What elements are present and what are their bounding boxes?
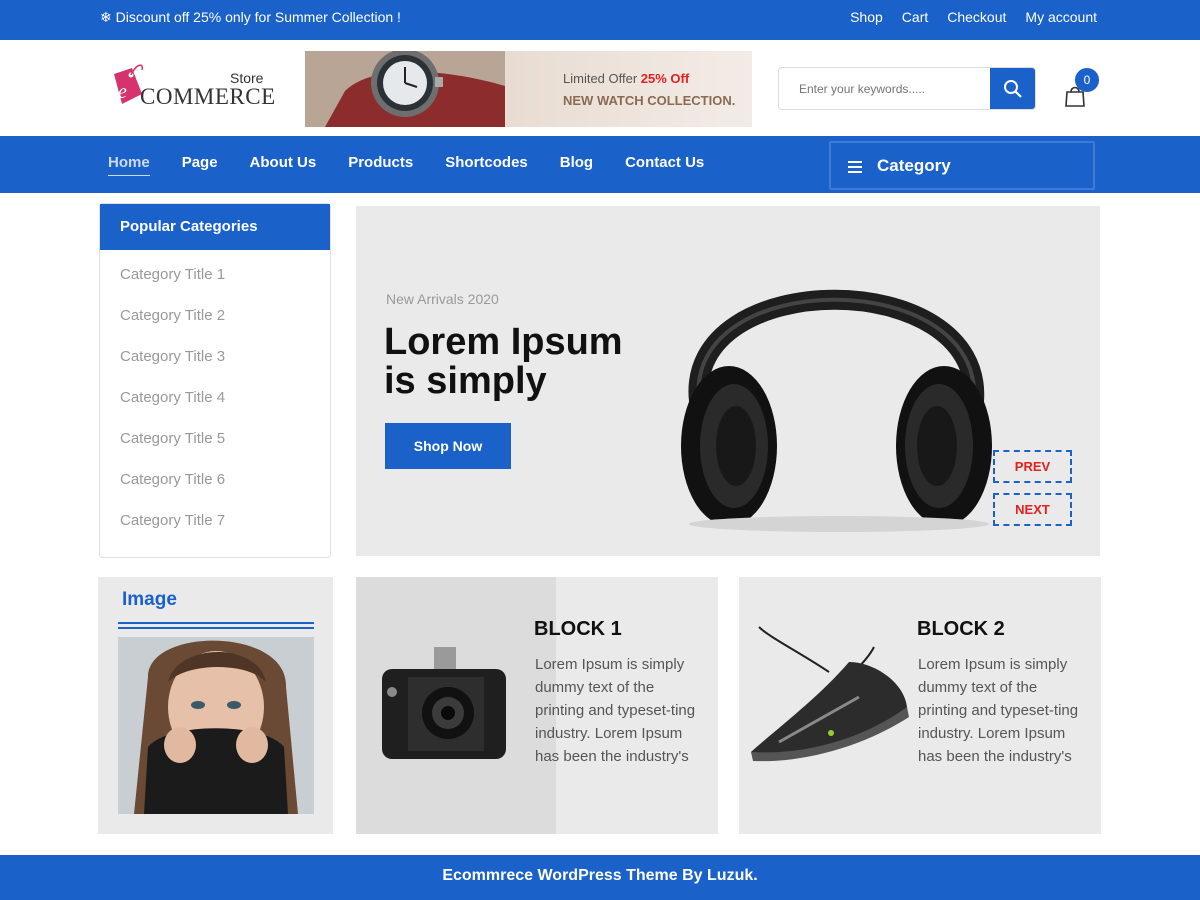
nav-item-contact-us[interactable]: Contact Us <box>625 154 704 176</box>
search-icon <box>1003 79 1022 98</box>
sneaker-image <box>751 626 909 762</box>
popular-categories-widget: Popular Categories Category Title 1 Cate… <box>99 203 331 558</box>
top-link-checkout[interactable]: Checkout <box>947 9 1006 25</box>
nav-item-blog[interactable]: Blog <box>560 154 593 176</box>
slider-prev-button[interactable]: PREV <box>993 450 1072 483</box>
category-menu-button[interactable]: Category <box>829 141 1095 190</box>
woman-portrait-image <box>118 637 314 814</box>
block-2-text: Lorem Ipsum is simply dummy text of the … <box>918 656 1079 765</box>
image-widget: Image <box>98 577 333 834</box>
category-item[interactable]: Category Title 4 <box>120 385 225 426</box>
shop-now-button[interactable]: Shop Now <box>385 423 511 469</box>
category-item[interactable]: Category Title 3 <box>120 344 225 385</box>
category-item[interactable]: Category Title 2 <box>120 303 225 344</box>
promo-text: ❄ Discount off 25% only for Summer Colle… <box>100 9 401 25</box>
footer: Ecommrece WordPress Theme By Luzuk. <box>0 855 1200 900</box>
search-input[interactable] <box>779 68 991 109</box>
hero-subtitle: New Arrivals 2020 <box>386 291 499 307</box>
image-widget-title: Image <box>122 589 177 610</box>
nav-item-shortcodes[interactable]: Shortcodes <box>445 154 528 176</box>
headphones-image <box>681 289 992 532</box>
main-nav: Home Page About Us Products Shortcodes B… <box>0 136 1200 193</box>
category-label: Category <box>877 156 951 175</box>
hero-title-line-2: is simply <box>384 360 547 402</box>
block-1-title: BLOCK 1 <box>534 618 622 640</box>
hamburger-icon <box>848 161 862 176</box>
footer-credit-text: Ecommrece WordPress Theme By Luzuk. <box>442 867 758 884</box>
top-link-cart[interactable]: Cart <box>902 9 928 25</box>
top-links: Shop Cart Checkout My account <box>850 9 1097 25</box>
block-1-card: BLOCK 1 Lorem Ipsum is simply dummy text… <box>356 577 718 834</box>
block-1-text: Lorem Ipsum is simply dummy text of the … <box>535 656 696 765</box>
nav-item-about-us[interactable]: About Us <box>250 154 317 176</box>
vintage-camera-image <box>356 577 556 834</box>
category-item[interactable]: Category Title 6 <box>120 467 225 508</box>
search-button[interactable] <box>990 68 1035 109</box>
nav-item-home[interactable]: Home <box>108 154 150 176</box>
top-bar: ❄ Discount off 25% only for Summer Colle… <box>0 0 1200 40</box>
nav-item-page[interactable]: Page <box>182 154 218 176</box>
top-link-shop[interactable]: Shop <box>850 9 883 25</box>
logo-commerce-text: COMMERCE <box>140 84 276 109</box>
cart-count-badge: 0 <box>1075 68 1099 92</box>
banner-discount: 25% Off <box>640 71 690 86</box>
promo-banner[interactable]: Limited Offer 25% Off NEW WATCH COLLECTI… <box>305 51 752 127</box>
category-item[interactable]: Category Title 5 <box>120 426 225 467</box>
top-link-my-account[interactable]: My account <box>1025 9 1097 25</box>
category-item[interactable]: Category Title 7 <box>120 508 225 549</box>
banner-collection-text: NEW WATCH COLLECTION. <box>563 93 736 108</box>
block-2-card: BLOCK 2 Lorem Ipsum is simply dummy text… <box>739 577 1101 834</box>
svg-text:e: e <box>118 81 127 103</box>
title-divider <box>118 627 314 629</box>
hero-title: Lorem Ipsum is simply <box>384 323 623 401</box>
hero-slider: New Arrivals 2020 Lorem Ipsum is simply … <box>356 206 1100 556</box>
block-2-title: BLOCK 2 <box>917 618 1005 640</box>
hero-title-line-1: Lorem Ipsum <box>384 321 623 363</box>
site-logo[interactable]: e Store COMMERCE <box>104 60 276 112</box>
nav-item-products[interactable]: Products <box>348 154 413 176</box>
watch-image <box>305 51 505 127</box>
banner-limited-text: Limited Offer <box>563 71 641 86</box>
widget-title: Popular Categories <box>100 204 330 250</box>
search-box <box>778 67 1036 110</box>
slider-next-button[interactable]: NEXT <box>993 493 1072 526</box>
category-list: Category Title 1 Category Title 2 Catego… <box>120 262 225 549</box>
price-tag-icon: e <box>114 64 144 104</box>
header: e Store COMMERCE Limited Offer 25% Off N… <box>0 40 1200 136</box>
cart-button[interactable]: 0 <box>1064 68 1099 108</box>
title-divider <box>118 622 314 624</box>
category-item[interactable]: Category Title 1 <box>120 262 225 303</box>
